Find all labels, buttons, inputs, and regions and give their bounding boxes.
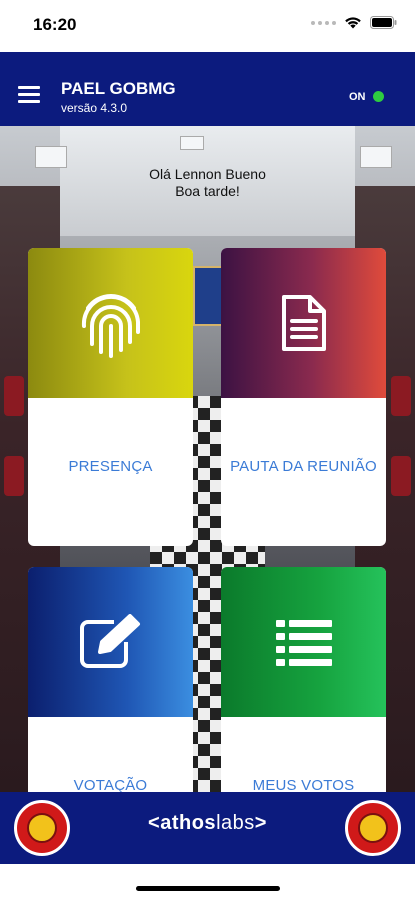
battery-icon (370, 16, 397, 29)
background-door (193, 266, 223, 326)
ceiling-lamp-icon (360, 146, 392, 168)
home-indicator[interactable] (136, 886, 280, 891)
brand-light: labs (216, 812, 255, 834)
meus-votos-card-header (221, 567, 386, 717)
home-indicator-area (0, 864, 415, 900)
wifi-icon (345, 17, 361, 29)
background-seat (391, 376, 411, 416)
signal-dots-icon (311, 20, 336, 25)
app-header: PAEL GOBMG versão 4.3.0 ON (0, 52, 415, 126)
ceiling-lamp-icon (180, 136, 204, 150)
brand-bracket-open: < (148, 812, 161, 834)
presenca-card[interactable]: PRESENÇA (28, 248, 193, 546)
greeting-time-of-day: Boa tarde! (175, 183, 240, 199)
document-icon (281, 295, 326, 351)
pauta-da-reuniao-card[interactable]: PAUTA DA REUNIÃO (221, 248, 386, 546)
pauta-card-label: PAUTA DA REUNIÃO (230, 458, 377, 475)
presenca-card-header (28, 248, 193, 398)
fingerprint-icon (81, 294, 140, 358)
edit-icon (79, 614, 140, 668)
background-seat (391, 456, 411, 496)
connection-status-dot (373, 91, 384, 102)
list-icon (275, 620, 332, 666)
background-seat (4, 376, 24, 416)
status-bar: 16:20 (0, 0, 415, 52)
app-version: versão 4.3.0 (61, 101, 128, 115)
connection-status-label: ON (349, 91, 366, 103)
ceiling-lamp-icon (35, 146, 67, 168)
votacao-card-header (28, 567, 193, 717)
brand-bracket-close: > (254, 812, 267, 834)
hamburger-menu-icon[interactable] (18, 86, 40, 104)
greeting: Olá Lennon Bueno Boa tarde! (0, 166, 415, 200)
app-title: PAEL GOBMG (61, 79, 176, 98)
background-seat (4, 456, 24, 496)
bottom-bar: <athoslabs> (0, 792, 415, 864)
status-icons (311, 16, 397, 29)
brand-bold: athos (160, 812, 217, 834)
status-time: 16:20 (33, 15, 77, 34)
greeting-user: Olá Lennon Bueno (149, 166, 266, 182)
pauta-card-header (221, 248, 386, 398)
presenca-card-label: PRESENÇA (68, 458, 153, 475)
emblem-logo-right (345, 800, 401, 856)
